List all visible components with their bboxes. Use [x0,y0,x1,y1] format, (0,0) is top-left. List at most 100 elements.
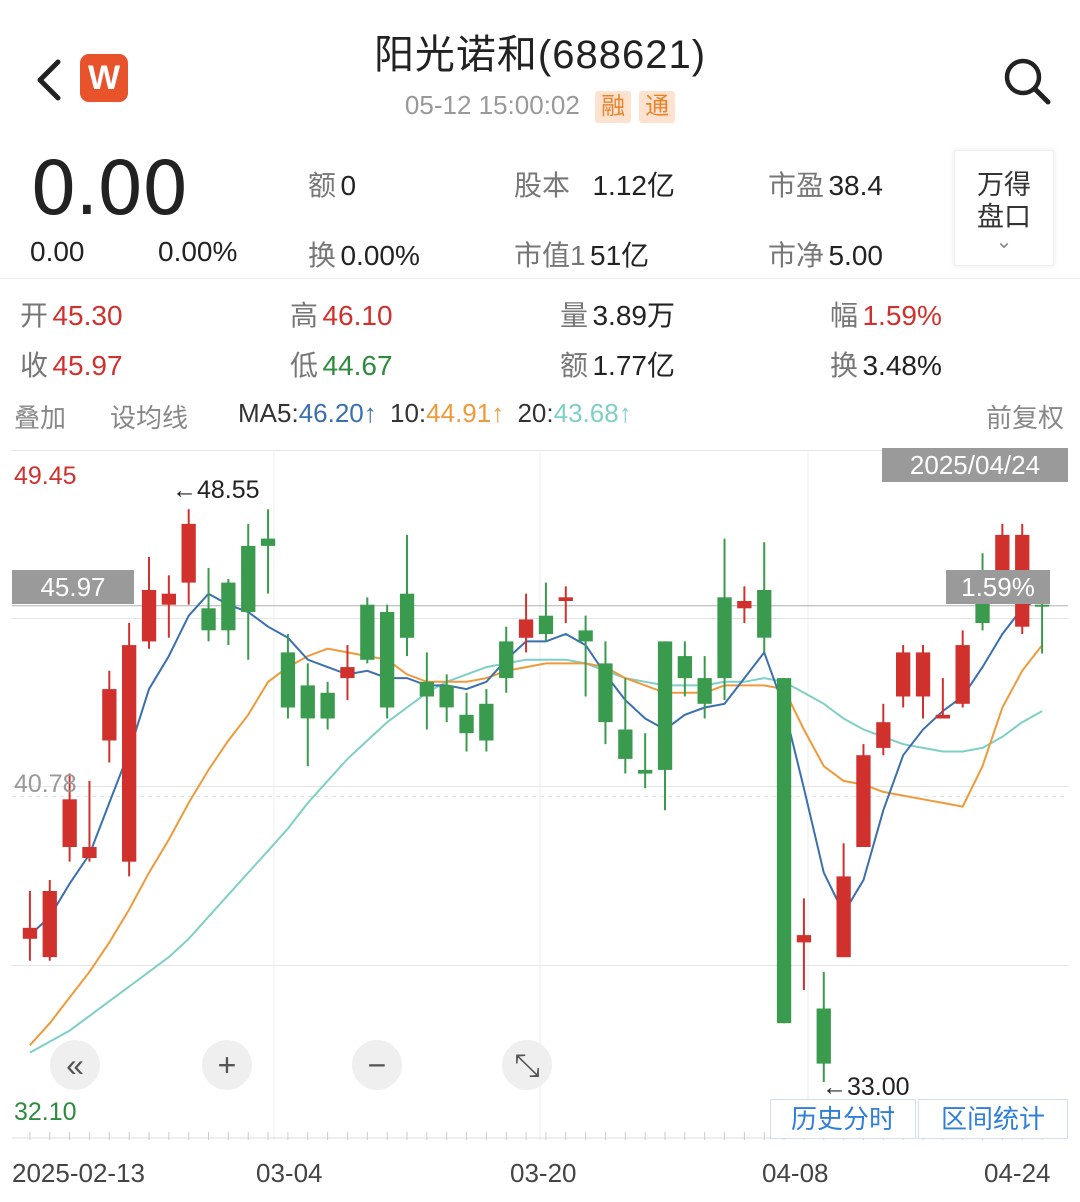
search-button[interactable] [1000,54,1054,108]
adjust-mode-button[interactable]: 前复权 [986,398,1064,435]
last-price: 0.00 [30,146,189,232]
stat-low-value: 44.67 [322,350,393,381]
order-book-label-line1: 万得 [977,170,1031,200]
pe-ratio: 市盈 38.4 [768,164,883,204]
stat-turnover: 换 3.48% [830,344,942,384]
candle-body [558,597,573,601]
candle-body [697,678,712,704]
max-price-value: 48.55 [197,476,260,504]
stat-open-label: 开 [20,300,49,331]
candle-body [717,597,732,679]
candle-body [221,582,236,631]
share-capital-label: 股本 [514,170,571,201]
wind-order-book-button[interactable]: 万得 盘口 ⌄ [954,150,1054,266]
quote-turnover-value: 0.00% [340,240,420,271]
ma20-label: 20: [517,398,554,428]
min-price-value: 33.00 [847,1073,910,1101]
candle-body [161,593,176,605]
candle-body [896,652,911,697]
candle-body [181,523,196,583]
quote-amount-value: 0 [340,170,357,201]
quote-timestamp-line: 05-12 15:00:02 融通 [0,90,1080,123]
history-intraday-button[interactable]: 历史分时 [770,1099,916,1139]
stat-high: 高 46.10 [290,294,393,334]
candle-body [141,590,157,642]
candle-body [499,641,514,679]
chart-canvas [12,450,1068,1140]
stat-turnover-value: 3.48% [862,350,942,381]
pb-ratio-value: 5.00 [828,240,883,271]
margin-trading-badge: 融 [595,91,632,123]
ma20-value: 43.68↑ [553,398,632,428]
overlay-button[interactable]: 叠加 [14,398,66,435]
stat-volume-value: 3.89万 [592,300,675,331]
candle-body [201,608,216,631]
pb-ratio-label: 市净 [768,240,825,271]
ma5-value: 46.20↑ [298,398,377,428]
candle-body [380,612,395,708]
expand-icon: ⤡ [514,1047,540,1083]
chevron-down-icon: ⌄ [995,231,1013,253]
candle-body [479,703,494,741]
candle-body [618,729,633,759]
range-stats-button[interactable]: 区间统计 [918,1099,1068,1139]
stat-close-label: 收 [20,350,49,381]
candlestick-chart[interactable] [12,450,1068,1140]
market-cap: 市值1 51亿 [514,234,649,274]
candle-body [260,538,276,546]
current-price-tag: 45.97 [12,570,134,604]
fullscreen-button[interactable]: ⤡ [502,1040,552,1090]
stat-amplitude-label: 幅 [830,300,859,331]
stat-amplitude: 幅 1.59% [830,294,942,334]
market-cap-label: 市值1 [514,240,586,271]
candle-body [320,692,335,719]
ma10-value: 44.91↑ [426,398,505,428]
stat-amplitude-value: 1.59% [862,300,942,331]
candle-body [241,545,256,612]
stat-high-label: 高 [290,300,319,331]
stat-volume-label: 量 [560,300,589,331]
candle-body [1034,604,1050,607]
stat-open-value: 45.30 [52,300,123,331]
stat-close-value: 45.97 [52,350,123,381]
candle-body [796,935,812,943]
candle-body [856,755,871,847]
quote-amount: 额 0 [308,164,356,204]
set-ma-button[interactable]: 设均线 [110,398,188,435]
candle-body [915,652,931,697]
candle-body [876,722,891,748]
zoom-out-button[interactable]: − [352,1040,402,1090]
candle-body [439,685,454,708]
stat-amount-value: 1.77亿 [592,350,675,381]
max-price-annotation: ←48.55 [172,476,260,505]
candle-body [757,590,772,638]
stat-low: 低 44.67 [290,344,393,384]
candle-body [82,847,97,858]
plus-icon: + [217,1047,237,1083]
x-tick-label: 04-24 [984,1158,1051,1188]
quote-turnover: 换 0.00% [308,234,420,274]
stat-volume: 量 3.89万 [560,294,675,334]
candle-body [42,891,57,958]
zoom-in-button[interactable]: + [202,1040,252,1090]
share-capital-value: 1.12亿 [592,170,675,201]
quote-turnover-label: 换 [308,240,337,271]
y-max-label: 49.45 [14,462,77,490]
candle-body [638,769,653,774]
price-change: 0.00 [30,236,85,267]
arrow-left-icon: ← [822,1073,847,1101]
candle-body [816,1008,831,1064]
candle-body [399,593,415,638]
quote-timestamp: 05-12 15:00:02 [404,90,580,120]
connect-badge: 通 [639,91,676,123]
candle-body [300,685,315,719]
candle-body [776,678,792,1024]
min-price-annotation: ←33.00 [822,1073,910,1102]
rewind-button[interactable]: « [50,1040,100,1090]
quote-amount-label: 额 [308,170,337,201]
share-capital: 股本 1.12亿 [514,164,675,204]
ma10-line [29,644,1043,1046]
candle-body [340,667,355,679]
pb-ratio: 市净 5.00 [768,234,883,274]
stat-turnover-label: 换 [830,350,859,381]
